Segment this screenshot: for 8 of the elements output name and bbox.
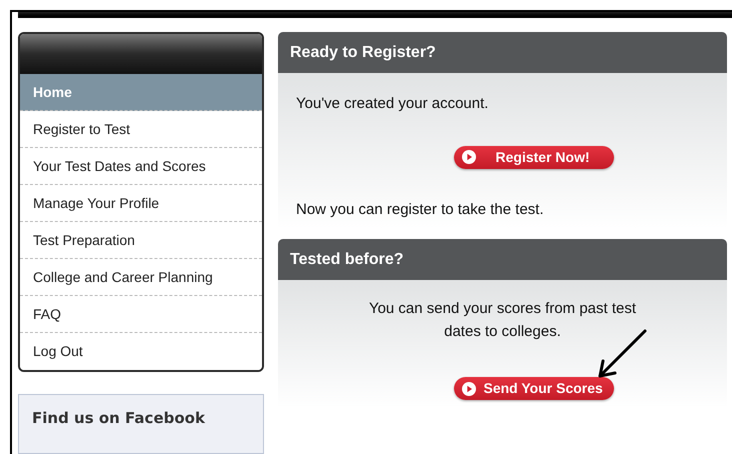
- panel-header: Ready to Register?: [278, 32, 727, 73]
- panel-text: You've created your account.: [296, 94, 490, 114]
- action-button[interactable]: Register Now!: [454, 146, 614, 168]
- action-button[interactable]: Send Your Scores: [454, 377, 614, 400]
- panel-header: Tested before?: [278, 239, 727, 280]
- panel-text: Now you can register to take the test.: [296, 200, 545, 220]
- facebook-box: Find us on Facebook: [18, 394, 264, 454]
- panel-text: You can send your scores from past test dates to colleges.: [368, 299, 638, 342]
